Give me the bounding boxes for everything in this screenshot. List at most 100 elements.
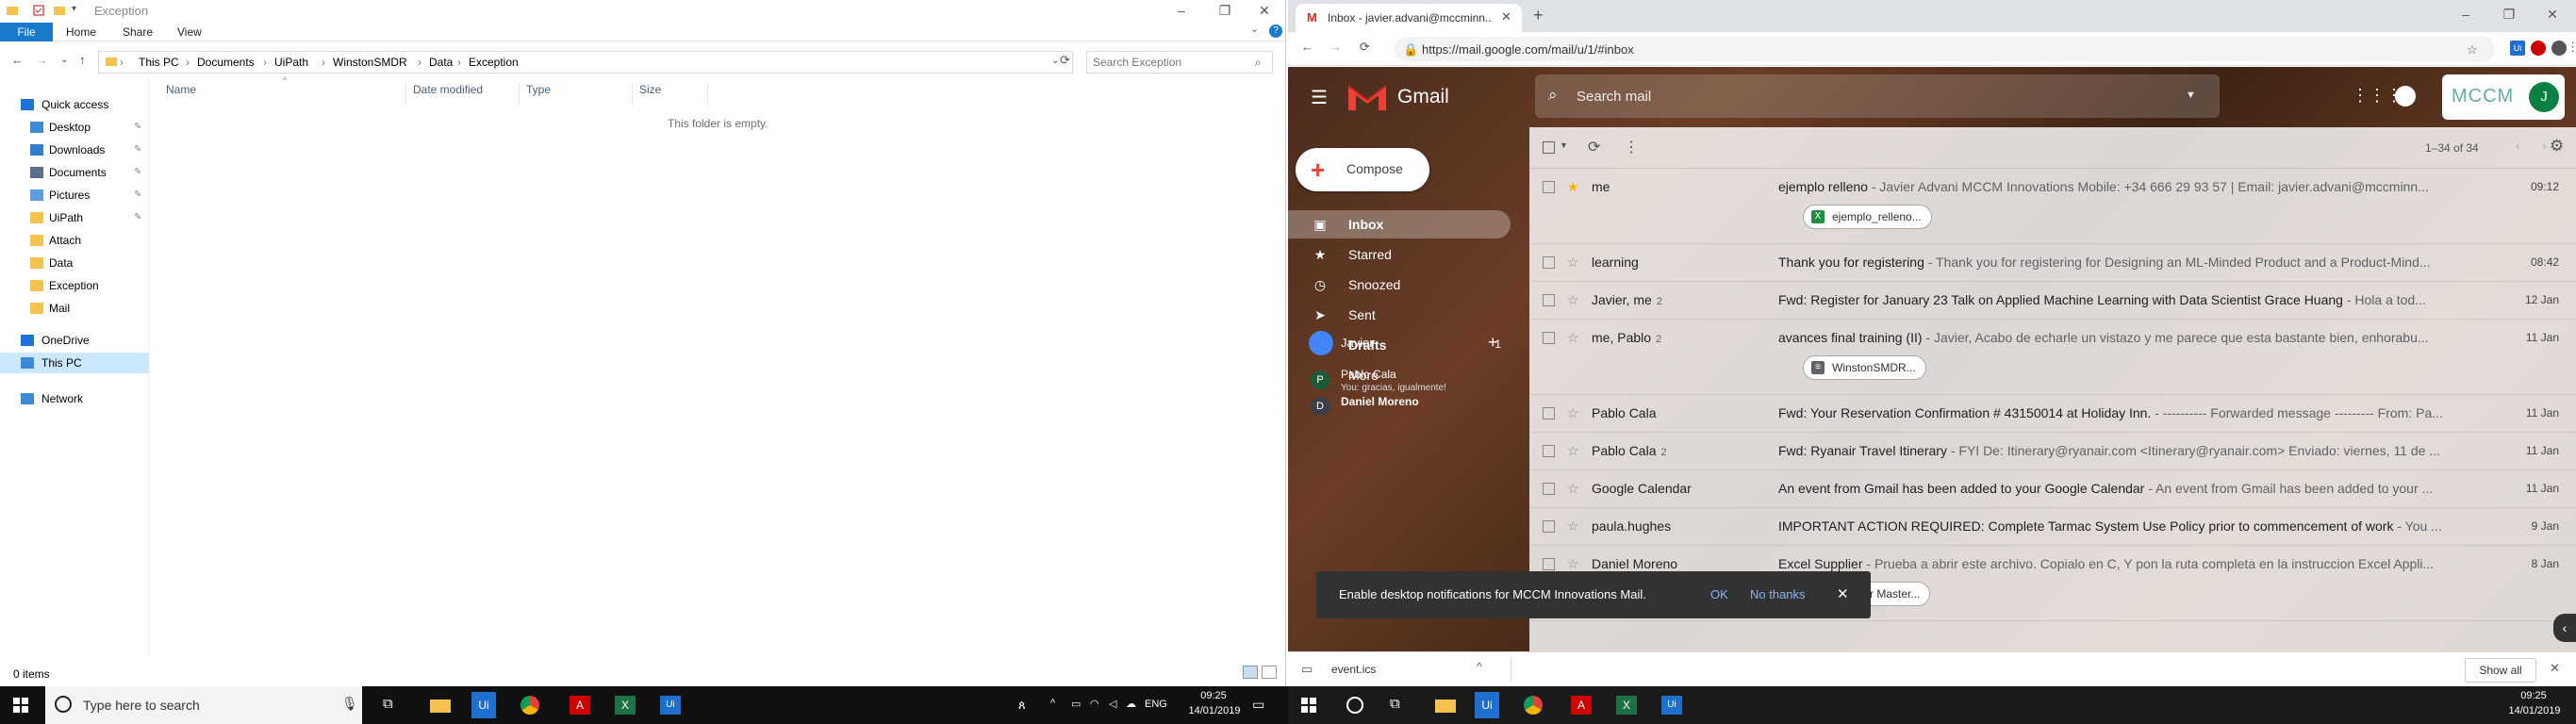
clock-date[interactable]: 14/01/2019 — [2502, 705, 2567, 716]
star-icon[interactable]: ☆ — [1567, 255, 1579, 271]
email-checkbox[interactable] — [1543, 520, 1555, 533]
side-panel-toggle-icon[interactable]: ‹ — [2553, 614, 2576, 642]
email-checkbox[interactable] — [1543, 558, 1555, 570]
profile-avatar-icon[interactable] — [2551, 41, 2567, 56]
sidebar-item-starred[interactable]: ★ Starred — [1288, 240, 1511, 269]
uipath-extension-icon[interactable]: Ui — [2510, 41, 2525, 56]
nav-item-desktop[interactable]: Desktop ✎ — [0, 117, 149, 138]
windows-start-icon[interactable] — [1301, 698, 1322, 716]
tab-view[interactable]: View — [168, 23, 211, 41]
maximize-button[interactable]: ❐ — [1203, 0, 1247, 21]
forward-arrow-icon[interactable]: → — [1329, 40, 1342, 54]
email-checkbox[interactable] — [1543, 332, 1555, 344]
nav-item-pictures[interactable]: Pictures ✎ — [0, 185, 149, 206]
star-icon[interactable]: ★ — [1567, 179, 1579, 195]
download-options-icon[interactable]: ^ — [1477, 660, 1482, 673]
email-row[interactable]: ☆ Google Calendar An event from Gmail has … — [1529, 470, 2576, 508]
file-explorer-taskbar-icon[interactable] — [430, 699, 451, 713]
adblock-extension-icon[interactable] — [2531, 41, 2546, 56]
task-view-icon[interactable]: ⧉ — [383, 696, 404, 715]
battery-icon[interactable]: ▭ — [1071, 698, 1081, 710]
email-checkbox[interactable] — [1543, 407, 1555, 420]
tab-gmail-inbox[interactable]: M Inbox - javier.advani@mccminn... ✕ — [1296, 4, 1522, 32]
star-icon[interactable]: ☆ — [1567, 556, 1579, 572]
language-indicator[interactable]: ENG — [1145, 699, 1167, 710]
clock-time[interactable]: 09:25 — [2510, 690, 2557, 701]
pin-icon[interactable]: ✎ — [134, 207, 141, 228]
taskbar-search-box[interactable]: Type here to search 🎙 — [45, 686, 362, 724]
main-menu-icon[interactable]: ☰ — [1311, 86, 1328, 109]
action-center-icon[interactable]: ▭ — [1252, 697, 1264, 713]
onedrive-icon[interactable]: ☁ — [1126, 698, 1136, 710]
sidebar-item-snoozed[interactable]: ◷ Snoozed — [1288, 271, 1511, 299]
email-checkbox[interactable] — [1543, 256, 1555, 269]
new-conversation-icon[interactable]: + — [1488, 333, 1498, 353]
search-input[interactable]: Search Exception — [1093, 56, 1181, 69]
chrome-taskbar-icon[interactable] — [520, 696, 539, 715]
select-dropdown-icon[interactable]: ▼ — [1560, 140, 1568, 150]
people-icon[interactable]: ጰ — [1018, 698, 1026, 713]
star-icon[interactable]: ☆ — [1567, 405, 1579, 421]
nav-item-uipath[interactable]: UiPath ✎ — [0, 207, 149, 228]
chevron-down-icon[interactable]: ⌄ — [1051, 56, 1059, 66]
chrome-taskbar-icon[interactable] — [1524, 696, 1543, 715]
breadcrumb-item[interactable]: UiPath — [274, 56, 308, 69]
clock-date[interactable]: 14/01/2019 — [1182, 705, 1247, 716]
address-bar[interactable]: › This PC › Documents › UiPath › Winston… — [98, 51, 1073, 74]
breadcrumb-item[interactable]: This PC — [139, 56, 179, 69]
nav-item-downloads[interactable]: Downloads ✎ — [0, 140, 149, 160]
pin-icon[interactable]: ✎ — [134, 185, 141, 206]
gmail-logo-icon[interactable] — [1346, 80, 1388, 115]
up-arrow-icon[interactable]: ↑ — [79, 53, 86, 67]
wifi-icon[interactable]: ◠ — [1090, 698, 1099, 710]
back-arrow-icon[interactable]: ← — [1301, 40, 1313, 54]
customize-toolbar-icon[interactable]: ▾ — [72, 4, 85, 17]
nav-item-onedrive[interactable]: OneDrive — [0, 330, 149, 351]
close-tab-icon[interactable]: ✕ — [1501, 9, 1511, 25]
pin-icon[interactable]: ✎ — [134, 117, 141, 138]
volume-icon[interactable]: ◁ — [1109, 698, 1116, 710]
email-checkbox[interactable] — [1543, 483, 1555, 495]
star-icon[interactable]: ☆ — [1567, 292, 1579, 308]
minimize-button[interactable]: – — [2444, 4, 2487, 25]
properties-icon[interactable] — [32, 4, 45, 17]
contact-name[interactable]: Pablo Cala — [1341, 368, 1396, 381]
breadcrumb-item[interactable]: Exception — [469, 56, 519, 69]
url-text[interactable]: https://mail.google.com/mail/u/1/#inbox — [1422, 42, 1634, 57]
uipath-robot-taskbar-icon[interactable]: Ui — [660, 696, 681, 715]
sidebar-item-inbox[interactable]: ▣ Inbox — [1288, 210, 1511, 239]
uipath-studio-taskbar-icon[interactable]: Ui — [1475, 692, 1499, 718]
contact-avatar[interactable]: D — [1311, 397, 1329, 416]
show-hidden-icons-icon[interactable]: ^ — [1050, 698, 1055, 709]
reload-icon[interactable]: ⟳ — [1360, 40, 1370, 55]
email-row[interactable]: ☆ learning Thank you for registering - Tha… — [1529, 244, 2576, 282]
back-arrow-icon[interactable]: ← — [11, 53, 24, 67]
email-row[interactable]: ☆ Pablo Cala 2 Fwd: Ryanair Travel Itinerar… — [1529, 433, 2576, 470]
email-row[interactable]: ★ me ejemplo relleno - Javier Advani MCCM … — [1529, 169, 2576, 244]
star-icon[interactable]: ☆ — [1567, 330, 1579, 346]
column-type[interactable]: Type — [526, 83, 551, 96]
help-icon[interactable]: ? — [1269, 25, 1282, 38]
close-button[interactable]: ✕ — [1243, 0, 1286, 21]
refresh-icon[interactable]: ⟳ — [1060, 53, 1070, 68]
excel-taskbar-icon[interactable]: X — [615, 696, 636, 715]
download-file-name[interactable]: event.ics — [1331, 663, 1376, 676]
file-explorer-taskbar-icon[interactable] — [1435, 699, 1456, 713]
show-all-downloads-button[interactable]: Show all — [2465, 658, 2536, 683]
nav-item-attach[interactable]: Attach — [0, 230, 149, 251]
hangouts-avatar[interactable] — [1309, 331, 1333, 355]
account-switcher[interactable]: MCCM J — [2442, 74, 2565, 120]
email-row[interactable]: ☆ paula.hughes IMPORTANT ACTION REQUIRED: … — [1529, 508, 2576, 546]
nav-item-mail[interactable]: Mail — [0, 298, 149, 319]
notification-no-thanks-button[interactable]: No thanks — [1750, 587, 1806, 601]
avatar[interactable]: J — [2529, 82, 2559, 112]
star-icon[interactable]: ☆ — [1567, 443, 1579, 459]
column-name[interactable]: Name — [166, 83, 196, 96]
nav-item-quick-access[interactable]: Quick access — [0, 94, 149, 115]
email-checkbox[interactable] — [1543, 294, 1555, 306]
tab-file[interactable]: File — [0, 23, 53, 41]
nav-item-this-pc[interactable]: This PC — [0, 353, 149, 373]
pin-icon[interactable]: ✎ — [134, 140, 141, 160]
email-row[interactable]: ☆ Pablo Cala Fwd: Your Reservation Confirm… — [1529, 395, 2576, 433]
forward-arrow-icon[interactable]: → — [36, 53, 48, 67]
